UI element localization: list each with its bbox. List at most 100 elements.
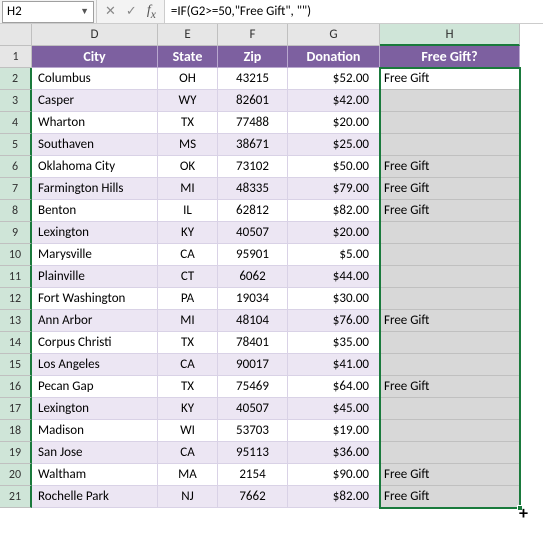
cell-zip[interactable]: 62812 [218, 200, 288, 222]
cell-state[interactable]: IL [158, 200, 218, 222]
cell-city[interactable]: Lexington [32, 398, 158, 420]
cell-zip[interactable]: 78401 [218, 332, 288, 354]
cell-state[interactable]: CT [158, 266, 218, 288]
cell-zip[interactable]: 53703 [218, 420, 288, 442]
row-head[interactable]: 10 [0, 244, 32, 266]
cell-gift[interactable]: Free Gift [380, 200, 520, 222]
row-head[interactable]: 4 [0, 112, 32, 134]
fill-handle[interactable] [517, 505, 523, 511]
cell-state[interactable]: MA [158, 464, 218, 486]
cell-donation[interactable]: $19.00 [288, 420, 380, 442]
cell-zip[interactable]: 82601 [218, 90, 288, 112]
spreadsheet-grid[interactable]: D E F G H 1 City State Zip Donation Free… [0, 24, 543, 508]
row-head[interactable]: 12 [0, 288, 32, 310]
cell-zip[interactable]: 48335 [218, 178, 288, 200]
cell-state[interactable]: NJ [158, 486, 218, 508]
cell-zip[interactable]: 95901 [218, 244, 288, 266]
cell-gift[interactable] [380, 420, 520, 442]
cell-donation[interactable]: $82.00 [288, 486, 380, 508]
cell-gift[interactable]: Free Gift [380, 464, 520, 486]
cell-city[interactable]: Lexington [32, 222, 158, 244]
cell-gift[interactable]: Free Gift [380, 68, 520, 90]
cell-zip[interactable]: 40507 [218, 398, 288, 420]
row-head[interactable]: 1 [0, 46, 32, 68]
cell-gift[interactable] [380, 222, 520, 244]
cell-state[interactable]: WI [158, 420, 218, 442]
cell-donation[interactable]: $5.00 [288, 244, 380, 266]
cell-donation[interactable]: $52.00 [288, 68, 380, 90]
cell-city[interactable]: Pecan Gap [32, 376, 158, 398]
cell-donation[interactable]: $76.00 [288, 310, 380, 332]
cell-zip[interactable]: 75469 [218, 376, 288, 398]
cell-city[interactable]: Waltham [32, 464, 158, 486]
col-head-d[interactable]: D [32, 24, 158, 46]
cell-zip[interactable]: 43215 [218, 68, 288, 90]
cell-zip[interactable]: 48104 [218, 310, 288, 332]
row-head[interactable]: 21 [0, 486, 32, 508]
cell-gift[interactable] [380, 354, 520, 376]
cell-city[interactable]: Rochelle Park [32, 486, 158, 508]
cell-city[interactable]: Ann Arbor [32, 310, 158, 332]
cell-zip[interactable]: 95113 [218, 442, 288, 464]
row-head[interactable]: 15 [0, 354, 32, 376]
cell-state[interactable]: CA [158, 354, 218, 376]
cell-city[interactable]: Marysville [32, 244, 158, 266]
cell-gift[interactable]: Free Gift [380, 376, 520, 398]
cell-donation[interactable]: $30.00 [288, 288, 380, 310]
cell-donation[interactable]: $44.00 [288, 266, 380, 288]
cell-state[interactable]: PA [158, 288, 218, 310]
row-head[interactable]: 2 [0, 68, 32, 90]
cell-donation[interactable]: $25.00 [288, 134, 380, 156]
cell-gift[interactable] [380, 398, 520, 420]
col-head-e[interactable]: E [158, 24, 218, 46]
cell-gift[interactable] [380, 288, 520, 310]
cell-gift[interactable]: Free Gift [380, 156, 520, 178]
row-head[interactable]: 5 [0, 134, 32, 156]
cell-state[interactable]: TX [158, 112, 218, 134]
cell-donation[interactable]: $45.00 [288, 398, 380, 420]
cell-donation[interactable]: $35.00 [288, 332, 380, 354]
cell-state[interactable]: MI [158, 178, 218, 200]
cell-donation[interactable]: $90.00 [288, 464, 380, 486]
cell-donation[interactable]: $20.00 [288, 222, 380, 244]
cell-city[interactable]: Fort Washington [32, 288, 158, 310]
cell-city[interactable]: Casper [32, 90, 158, 112]
cell-gift[interactable] [380, 112, 520, 134]
select-all-corner[interactable] [0, 24, 32, 46]
fx-icon[interactable]: fx [147, 3, 156, 21]
row-head[interactable]: 8 [0, 200, 32, 222]
row-head[interactable]: 7 [0, 178, 32, 200]
cell-state[interactable]: CA [158, 244, 218, 266]
cell-state[interactable]: TX [158, 332, 218, 354]
cell-city[interactable]: Corpus Christi [32, 332, 158, 354]
cell-gift[interactable] [380, 442, 520, 464]
cell-city[interactable]: Madison [32, 420, 158, 442]
cell-zip[interactable]: 6062 [218, 266, 288, 288]
cell-gift[interactable]: Free Gift [380, 178, 520, 200]
col-head-g[interactable]: G [288, 24, 380, 46]
cell-state[interactable]: TX [158, 376, 218, 398]
row-head[interactable]: 13 [0, 310, 32, 332]
cell-state[interactable]: WY [158, 90, 218, 112]
cell-city[interactable]: Wharton [32, 112, 158, 134]
cell-donation[interactable]: $41.00 [288, 354, 380, 376]
cancel-icon[interactable]: ✕ [105, 4, 116, 19]
cell-gift[interactable]: Free Gift [380, 486, 520, 508]
cell-city[interactable]: Farmington Hills [32, 178, 158, 200]
cell-city[interactable]: Southaven [32, 134, 158, 156]
cell-zip[interactable]: 90017 [218, 354, 288, 376]
cell-donation[interactable]: $82.00 [288, 200, 380, 222]
cell-state[interactable]: KY [158, 398, 218, 420]
row-head[interactable]: 11 [0, 266, 32, 288]
row-head[interactable]: 16 [0, 376, 32, 398]
cell-donation[interactable]: $36.00 [288, 442, 380, 464]
cell-donation[interactable]: $42.00 [288, 90, 380, 112]
name-box[interactable]: H2 ▼ [2, 1, 94, 23]
cell-city[interactable]: San Jose [32, 442, 158, 464]
formula-input[interactable]: =IF(G2>=50,"Free Gift", "") [165, 0, 543, 23]
cell-state[interactable]: MS [158, 134, 218, 156]
cell-donation[interactable]: $64.00 [288, 376, 380, 398]
row-head[interactable]: 20 [0, 464, 32, 486]
cell-gift[interactable] [380, 244, 520, 266]
cell-zip[interactable]: 77488 [218, 112, 288, 134]
